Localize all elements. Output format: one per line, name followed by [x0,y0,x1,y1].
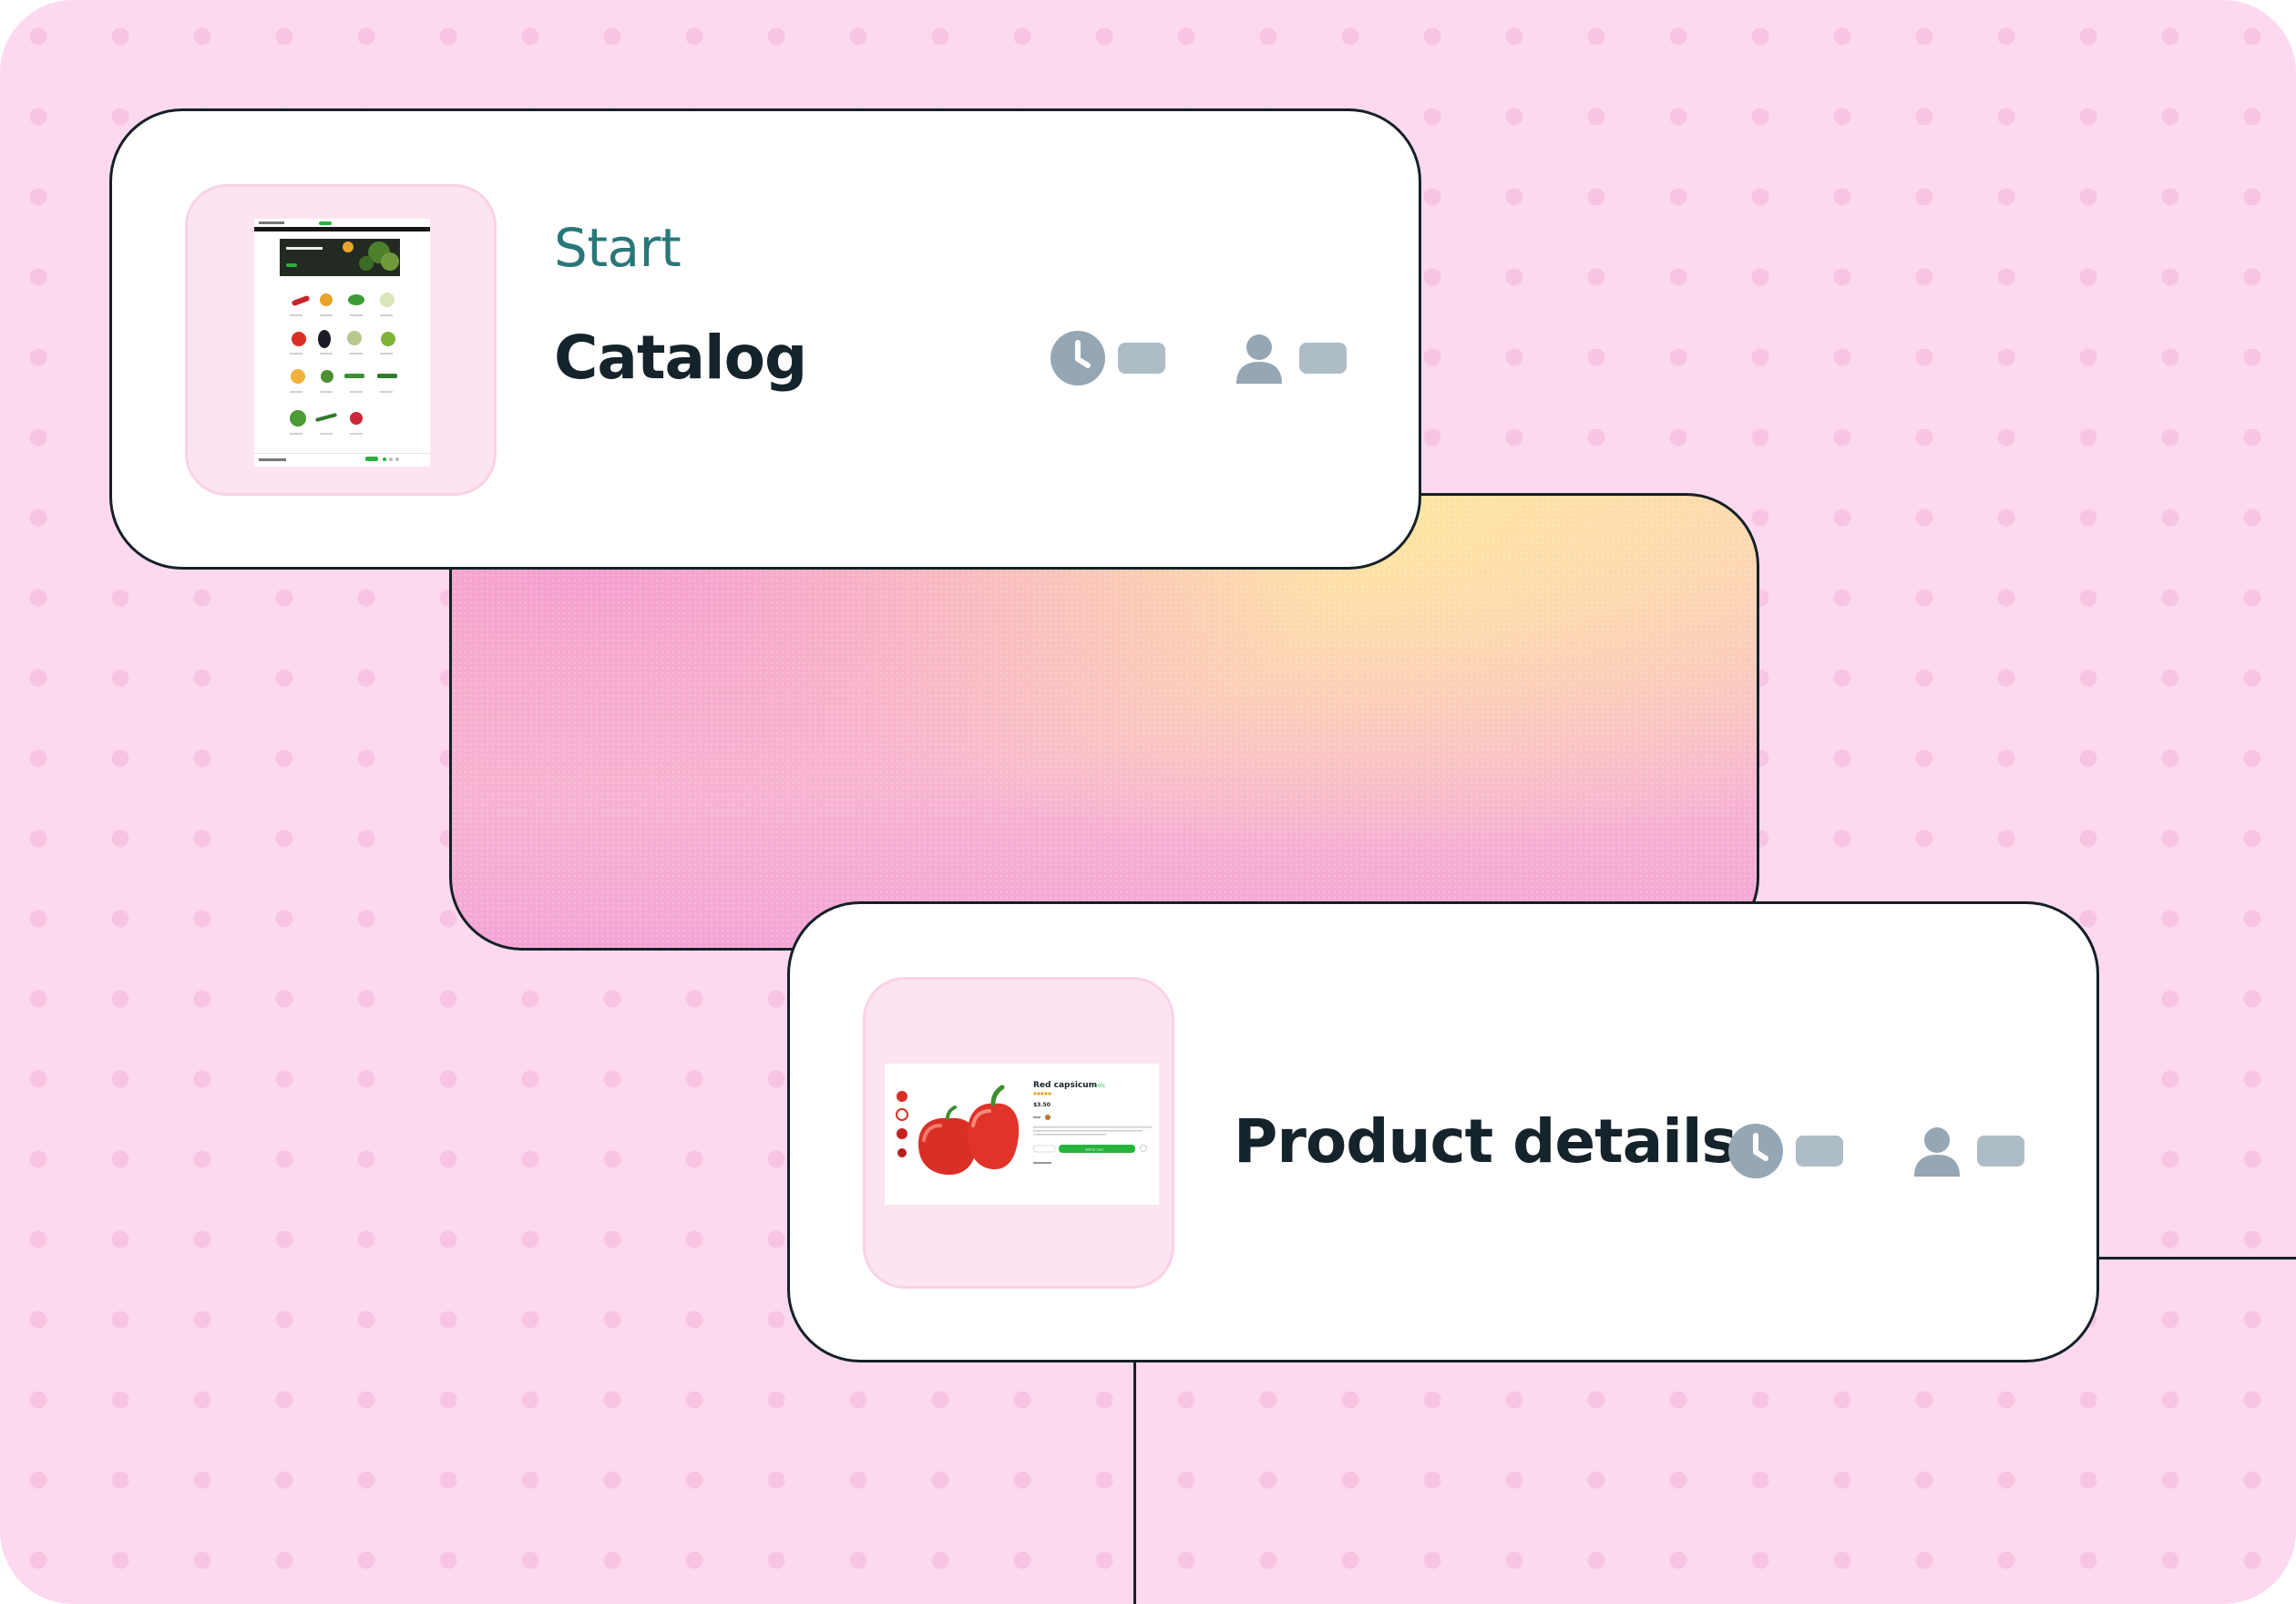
duration-meta [1051,331,1165,386]
product-page-thumbnail[interactable]: Red capsicum -10% $3.50 Add to Cart [863,977,1174,1289]
user-icon [1914,1127,1960,1177]
svg-text:Add to Cart: Add to Cart [1085,1148,1104,1152]
catalog-page-thumbnail[interactable] [185,184,497,496]
connector-line-horizontal [2096,1257,2296,1260]
thumb-product-name: Red capsicum [1033,1081,1097,1090]
product-thumbnail-image: Red capsicum -10% $3.50 Add to Cart [885,1064,1159,1205]
step-card-catalog[interactable]: Start Catalog [109,108,1421,570]
step-title-product-details: Product details [1234,1106,1737,1177]
duration-placeholder [1796,1136,1843,1167]
duration-placeholder [1118,343,1165,374]
clock-icon [1728,1124,1783,1178]
connector-line-vertical [1133,1360,1136,1604]
step-tag-start: Start [554,217,682,279]
owner-placeholder [1977,1136,2024,1167]
user-icon [1236,334,1282,384]
clock-icon [1051,331,1105,386]
owner-meta [1910,1124,2024,1178]
duration-meta [1728,1124,1843,1178]
thumb-price: $3.50 [1033,1102,1051,1108]
flow-canvas: Start Catalog Red capsicum -10% $3.50 Ad… [0,0,2296,1604]
step-card-product-details[interactable]: Red capsicum -10% $3.50 Add to Cart Prod… [787,901,2099,1362]
catalog-thumbnail-image [254,219,430,467]
owner-placeholder [1299,343,1347,374]
owner-meta [1232,331,1347,386]
thumb-discount-badge: -10% [1093,1084,1105,1089]
step-title-catalog: Catalog [554,323,807,393]
